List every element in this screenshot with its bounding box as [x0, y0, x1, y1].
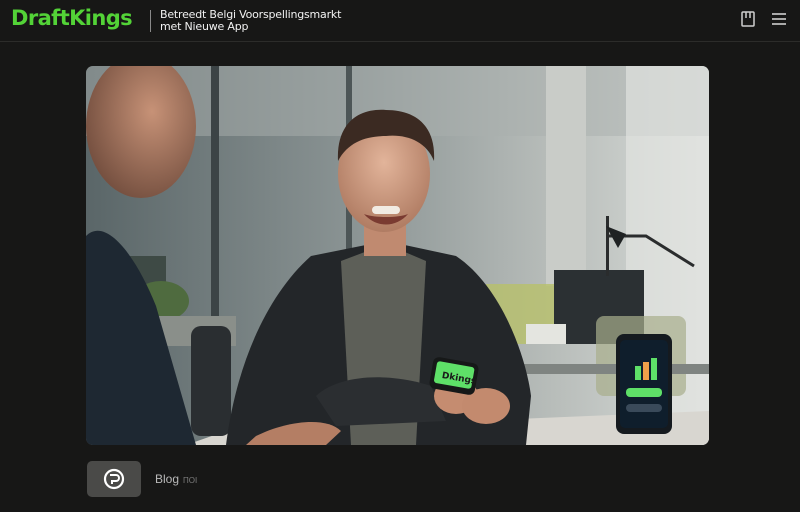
publisher-logo-button[interactable] — [87, 461, 141, 497]
brand-logo-icon — [103, 468, 125, 490]
hero-image: Dkings — [86, 66, 709, 445]
brand-logo[interactable]: DraftKings — [11, 6, 133, 30]
article-headline: Betreedt Belgi Voorspellingsmarkt met Ni… — [160, 9, 360, 33]
top-bar: DraftKings Betreedt Belgi Voorspellingsm… — [0, 0, 800, 42]
bookmark-icon[interactable] — [740, 10, 758, 28]
blog-label-suffix: ПОI — [183, 476, 198, 485]
hero-illustration: Dkings — [86, 66, 709, 445]
blog-label-text: Blog — [155, 472, 180, 486]
header-divider — [150, 10, 151, 32]
menu-icon[interactable] — [771, 10, 789, 28]
blog-label[interactable]: Blog ПОI — [155, 472, 197, 486]
headline-line-2: met Nieuwe App — [160, 20, 249, 33]
